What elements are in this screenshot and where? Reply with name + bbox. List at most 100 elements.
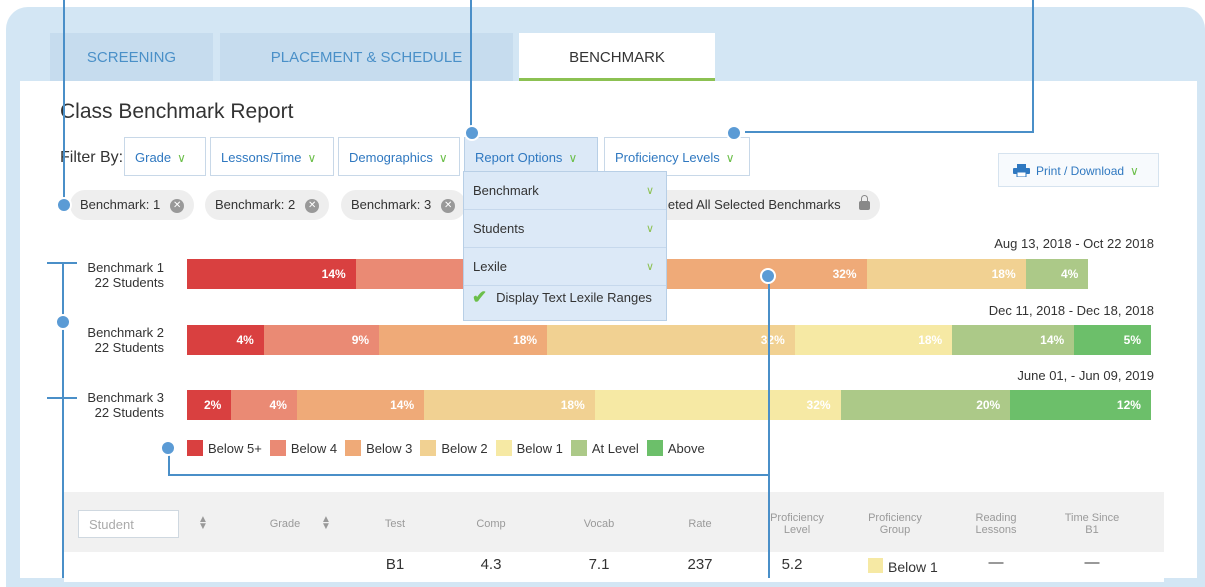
legend-item-above: Above xyxy=(646,440,705,456)
bar-segment-below4: 9% xyxy=(263,325,380,355)
legend-item-below4: Below 4 xyxy=(269,440,338,456)
legend-label: Below 4 xyxy=(290,440,338,456)
lock-icon xyxy=(858,195,870,211)
bar-segment-below5: 2% xyxy=(187,390,232,420)
legend-label: Below 1 xyxy=(516,440,563,456)
report-options-dropdown: Benchmark ∨ Students ∨ Lexile ∨ ✔ Display Te… xyxy=(463,171,667,321)
chevron-down-icon: ∨ xyxy=(177,151,186,165)
legend-item-below1: Below 1 xyxy=(495,440,563,456)
print-download-button[interactable]: Print / Download ∨ xyxy=(998,153,1159,187)
col-rate: Rate xyxy=(688,518,712,530)
callout-dot xyxy=(55,314,71,330)
callout-dot xyxy=(760,268,776,284)
bar-segment-below1: 18% xyxy=(794,325,953,355)
cell-test: B1 xyxy=(385,556,405,573)
callout-line xyxy=(47,397,77,399)
dropdown-item-students[interactable]: Students ∨ xyxy=(464,210,666,248)
chevron-down-icon: ∨ xyxy=(438,151,448,165)
sort-icon[interactable]: ▲ ▼ xyxy=(321,515,331,532)
chevron-down-icon: ∨ xyxy=(307,151,317,165)
bar-segment-above: 12% xyxy=(1010,390,1151,420)
benchmark-1-bar: 14% 32% 18% 4% xyxy=(187,259,1151,289)
cell-vocab: 7.1 xyxy=(588,556,610,573)
bar-segment-below5: 4% xyxy=(187,325,264,355)
callout-line xyxy=(168,474,769,476)
legend-swatch xyxy=(269,440,286,456)
lessons-time-filter-button[interactable]: Lessons/Time ∨ xyxy=(210,137,334,176)
callout-line xyxy=(470,0,472,133)
col-reading-lessons: Reading Lessons xyxy=(975,512,1017,536)
chevron-down-icon: ∨ xyxy=(1130,164,1139,178)
bar-segment-below2: 32% xyxy=(547,325,795,355)
dropdown-item-benchmark[interactable]: Benchmark ∨ xyxy=(464,172,666,210)
page-title: Class Benchmark Report xyxy=(60,100,294,123)
bar-segment-below2: 18% xyxy=(424,390,595,420)
chip-label: leted All Selected Benchmarks xyxy=(665,197,841,212)
student-search-input[interactable] xyxy=(78,510,179,538)
bar-segment-below2: 18% xyxy=(866,259,1026,289)
display-text-lexile-ranges-option[interactable]: ✔ Display Text Lexile Ranges xyxy=(472,287,652,308)
callout-line xyxy=(62,262,64,578)
chevron-down-icon: ∨ xyxy=(645,185,654,197)
bar-segment-below1: 32% xyxy=(594,390,841,420)
benchmark-students: 22 Students xyxy=(94,405,164,420)
bar-segment-below3: 18% xyxy=(379,325,548,355)
benchmark-2-bar: 4% 9% 18% 32% 18% 14% 5% xyxy=(187,325,1151,355)
cell-rate: 237 xyxy=(687,556,713,573)
col-proficiency-level: Proficiency Level xyxy=(770,512,824,536)
bar-segment-at_level: 20% xyxy=(840,390,1011,420)
chip-label: Benchmark: 2 xyxy=(215,197,296,212)
benchmark-2-chip: Benchmark: 2 ✕ xyxy=(205,190,330,220)
tab-screening[interactable]: SCREENING xyxy=(50,33,213,81)
legend-label: Above xyxy=(667,440,705,456)
sort-icon[interactable]: ▲ ▼ xyxy=(198,515,208,532)
benchmark-name: Benchmark 2 xyxy=(87,325,164,340)
benchmark-3-date: June 01, - Jun 09, 2019 xyxy=(1017,368,1154,383)
benchmark-3-label: Benchmark 3 22 Students xyxy=(70,390,164,420)
callout-line xyxy=(1032,0,1034,133)
bar-segment-below5: 14% xyxy=(187,259,356,289)
dropdown-item-lexile[interactable]: Lexile ∨ xyxy=(464,248,666,286)
remove-icon[interactable]: ✕ xyxy=(305,198,320,213)
benchmark-name: Benchmark 1 xyxy=(87,260,164,275)
col-test: Test xyxy=(384,518,406,530)
bar-segment-above: 5% xyxy=(1074,325,1151,355)
legend-swatch xyxy=(646,440,663,456)
chevron-down-icon: ∨ xyxy=(568,151,578,165)
chip-label: Benchmark: 1 xyxy=(80,197,161,212)
dropdown-item-label: Benchmark xyxy=(473,183,539,198)
report-options-filter-label: Report Options xyxy=(475,150,563,165)
benchmark-2-label: Benchmark 2 22 Students xyxy=(70,325,164,355)
remove-icon[interactable]: ✕ xyxy=(170,198,185,213)
benchmark-2-date: Dec 11, 2018 - Dec 18, 2018 xyxy=(988,303,1154,318)
grade-filter-button[interactable]: Grade ∨ xyxy=(124,137,206,176)
print-download-label: Print / Download xyxy=(1036,164,1125,178)
remove-icon[interactable]: ✕ xyxy=(441,198,456,213)
cell-comp: 4.3 xyxy=(480,556,502,573)
benchmark-students: 22 Students xyxy=(94,340,164,355)
col-comp: Comp xyxy=(476,518,506,530)
tab-benchmark[interactable]: BENCHMARK xyxy=(519,33,715,81)
col-grade[interactable]: Grade xyxy=(265,518,305,530)
callout-dot xyxy=(464,125,480,141)
legend-item-below5: Below 5+ xyxy=(187,440,262,456)
legend-label: At Level xyxy=(591,440,639,456)
filter-label: Filter By: xyxy=(60,149,124,166)
legend-swatch xyxy=(495,440,512,456)
lessons-time-filter-label: Lessons/Time xyxy=(221,150,302,165)
option-label: Display Text Lexile Ranges xyxy=(496,290,652,305)
demographics-filter-button[interactable]: Demographics ∨ xyxy=(338,137,460,176)
chevron-down-icon: ∨ xyxy=(725,151,735,165)
callout-dot xyxy=(56,197,72,213)
chevron-down-icon: ∨ xyxy=(645,223,654,235)
proficiency-legend: Below 5+ Below 4 Below 3 Below 2 Below 1 At L… xyxy=(187,440,713,456)
chip-label: Benchmark: 3 xyxy=(351,197,432,212)
legend-item-below3: Below 3 xyxy=(345,440,412,456)
col-time-since-b1: Time Since B1 xyxy=(1064,512,1120,536)
legend-swatch xyxy=(420,440,437,456)
col-proficiency-group: Proficiency Group xyxy=(868,512,922,536)
bar-segment-at_level: 4% xyxy=(1025,259,1089,289)
callout-line xyxy=(768,276,770,578)
benchmark-3-bar: 2% 4% 14% 18% 32% 20% 12% xyxy=(187,390,1151,420)
bar-segment-at_level: 14% xyxy=(952,325,1075,355)
